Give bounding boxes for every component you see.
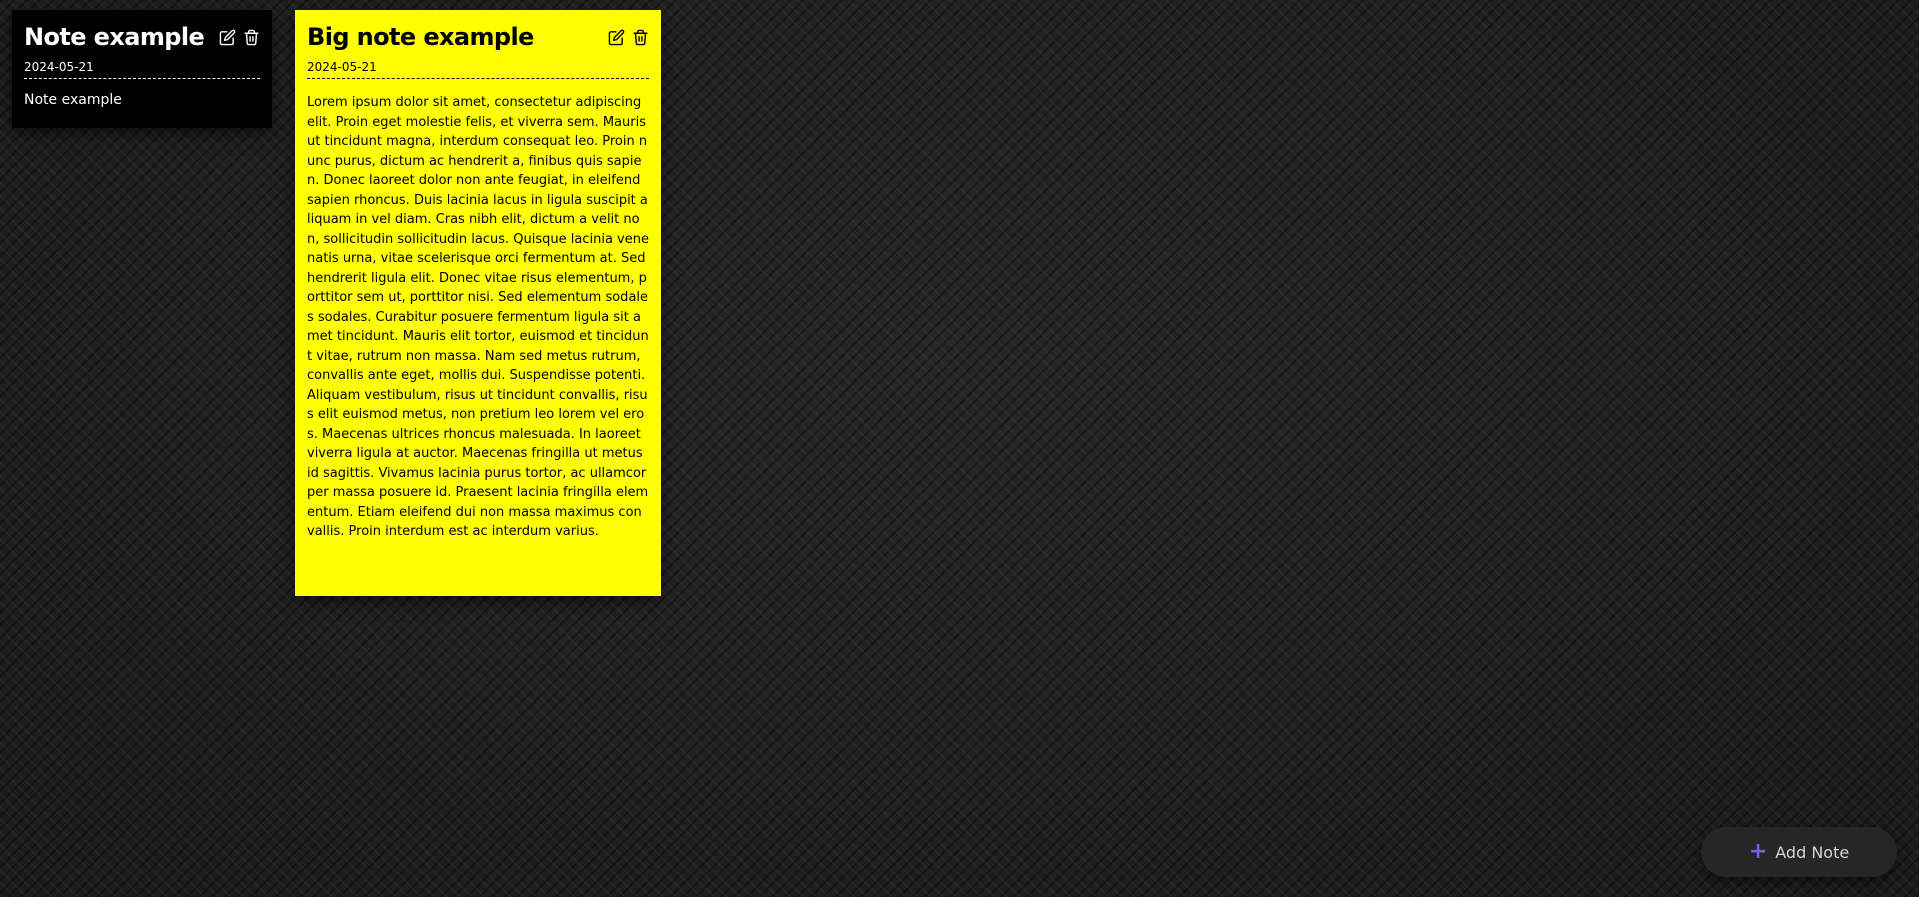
add-note-button[interactable]: + Add Note [1701,827,1897,877]
trash-icon[interactable] [631,28,649,46]
edit-icon[interactable] [607,28,625,46]
note-card: Big note example 2024-05-21 Lorem ipsum … [295,10,661,596]
edit-icon[interactable] [218,28,236,46]
note-date: 2024-05-21 [24,60,260,79]
note-body: Lorem ipsum dolor sit amet, consectetur … [307,95,649,539]
note-actions [218,28,260,46]
add-note-label: Add Note [1775,842,1850,862]
note-title: Note example [24,23,205,51]
note-date: 2024-05-21 [307,60,649,79]
trash-icon[interactable] [242,28,260,46]
note-header: Big note example [307,22,649,60]
note-title: Big note example [307,23,534,51]
note-actions [607,28,649,46]
note-card: Note example 2024-05-21 Note example [12,10,272,128]
note-header: Note example [24,22,260,60]
plus-icon: + [1748,839,1768,864]
note-body: Note example [24,92,122,108]
